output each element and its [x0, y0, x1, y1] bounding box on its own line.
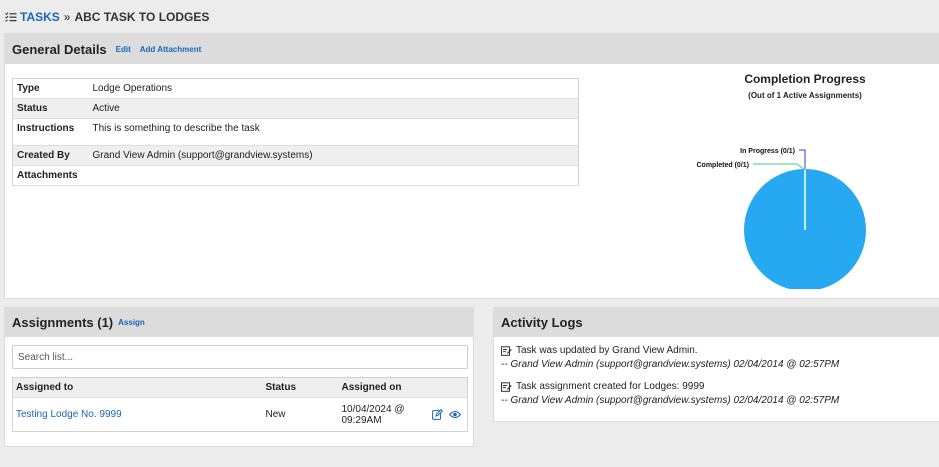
- breadcrumb-tasks-link[interactable]: TASKS: [20, 10, 60, 24]
- breadcrumb: TASKS » ABC TASK TO LODGES: [5, 4, 209, 30]
- list-check-icon: [5, 12, 17, 22]
- assigned-on-date: 10/04/2024 @: [341, 403, 405, 415]
- log-entry: Task assignment created for Lodges: 9999…: [501, 381, 839, 406]
- log-meta: -- Grand View Admin (support@grandview.s…: [501, 395, 840, 406]
- details-row-created-by: Created By Grand View Admin (support@gra…: [12, 145, 579, 166]
- assignments-table: Assigned to Status Assigned on Testing L…: [12, 377, 468, 432]
- edit-note-icon: [501, 345, 512, 356]
- details-value: This is something to describe the task: [92, 123, 260, 134]
- column-header-actions: [428, 377, 468, 398]
- activity-logs-title: Activity Logs: [501, 315, 583, 330]
- column-header[interactable]: Assigned on: [338, 377, 429, 398]
- details-value: Lodge Operations: [92, 83, 173, 94]
- assignments-panel: Assignments (1) Assign Search list... As…: [4, 307, 474, 447]
- details-label: Created By: [12, 145, 89, 166]
- assigned-to-link[interactable]: Testing Lodge No. 9999: [13, 398, 263, 432]
- column-header[interactable]: Assigned to: [12, 377, 263, 398]
- edit-link[interactable]: Edit: [116, 45, 131, 54]
- details-row-type: Type Lodge Operations: [12, 79, 579, 99]
- assignment-status: New: [265, 409, 286, 420]
- search-input[interactable]: Search list...: [12, 345, 468, 369]
- details-row-instructions: Instructions This is something to descri…: [12, 119, 579, 146]
- row-actions: [429, 398, 468, 432]
- view-icon[interactable]: [449, 410, 461, 419]
- completion-pie-chart: New (1/1)In Progress (0/1)Completed (0/1…: [696, 148, 866, 289]
- assignments-header: Assignments (1) Assign: [5, 308, 473, 337]
- details-row-status: Status Active: [12, 98, 579, 119]
- log-meta: -- Grand View Admin (support@grandview.s…: [501, 359, 840, 370]
- activity-logs-header: Activity Logs: [494, 308, 939, 337]
- details-label: Instructions: [17, 123, 75, 134]
- log-entry: Task was updated by Grand View Admin. --…: [501, 345, 839, 370]
- table-header-row: Assigned to Status Assigned on: [12, 377, 468, 398]
- details-label: Attachments: [17, 170, 78, 181]
- general-details-panel: General Details Edit Add Attachment Type…: [4, 33, 939, 299]
- log-message: Task was updated by Grand View Admin.: [516, 345, 698, 356]
- column-header[interactable]: Status: [262, 377, 339, 398]
- pie-leader-line: [753, 163, 806, 171]
- details-label: Type: [17, 83, 40, 94]
- chart-subtitle: (Out of 1 Active Assignments): [748, 91, 862, 100]
- edit-icon[interactable]: [432, 409, 443, 420]
- details-label: Status: [12, 98, 89, 119]
- details-row-attachments: Attachments: [12, 166, 579, 186]
- add-attachment-link[interactable]: Add Attachment: [140, 45, 201, 54]
- details-table: Type Lodge Operations Status Active Inst…: [12, 78, 579, 186]
- pie-label: Completed (0/1): [696, 162, 749, 169]
- breadcrumb-separator: »: [63, 10, 71, 24]
- general-details-header: General Details Edit Add Attachment: [5, 34, 939, 64]
- log-message: Task assignment created for Lodges: 9999: [516, 381, 705, 392]
- chart-title: Completion Progress: [744, 72, 866, 86]
- edit-note-icon: [501, 381, 512, 392]
- activity-logs-panel: Activity Logs Task was updated by Grand …: [493, 307, 939, 422]
- assigned-on-time: 09:29AM: [341, 414, 382, 426]
- details-value: [89, 166, 579, 186]
- page-title: ABC TASK TO LODGES: [74, 10, 210, 24]
- assignments-title: Assignments (1): [12, 315, 114, 330]
- pie-label: In Progress (0/1): [740, 148, 795, 155]
- assign-link[interactable]: Assign: [118, 318, 145, 327]
- assigned-on: 10/04/2024 @ 09:29AM: [339, 398, 429, 432]
- details-value: Active: [88, 98, 579, 119]
- details-value: Grand View Admin (support@grandview.syst…: [88, 145, 579, 166]
- general-details-title: General Details: [12, 41, 107, 57]
- table-row: Testing Lodge No. 9999 New 10/04/2024 @ …: [13, 398, 468, 432]
